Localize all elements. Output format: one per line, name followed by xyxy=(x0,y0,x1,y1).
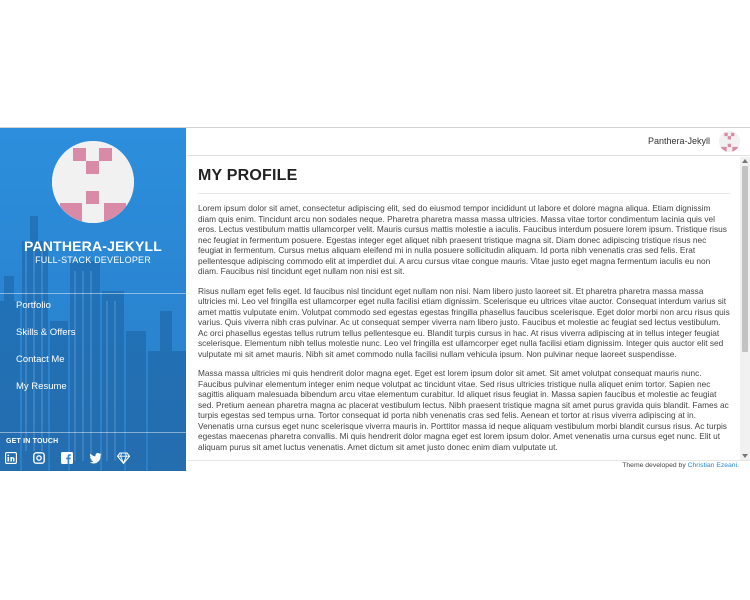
profile-paragraph: Massa massa ultricies mi quis hendrerit … xyxy=(198,368,729,452)
topbar-user-name[interactable]: Panthera-Jekyll xyxy=(648,136,710,146)
twitter-icon[interactable] xyxy=(89,452,102,464)
content-scrollbar[interactable] xyxy=(740,157,750,460)
sidebar: PANTHERA-JEKYLL FULL-STACK DEVELOPER Por… xyxy=(0,128,186,471)
diamond-icon[interactable] xyxy=(117,452,130,464)
sidebar-item-portfolio[interactable]: Portfolio xyxy=(16,300,75,327)
footer-author-link[interactable]: Christian Ezeani. xyxy=(688,462,739,469)
social-links xyxy=(5,452,130,464)
profile-avatar xyxy=(52,141,134,223)
footer: Theme developed by Christian Ezeani. xyxy=(187,460,750,471)
get-in-touch-label: GET IN TOUCH xyxy=(6,438,59,445)
profile-paragraph: Lorem ipsum dolor sit amet, consectetur … xyxy=(198,203,727,276)
site-name: PANTHERA-JEKYLL xyxy=(23,238,163,254)
main-content[interactable]: MY PROFILE Lorem ipsum dolor sit amet, c… xyxy=(187,157,740,460)
linkedin-icon[interactable] xyxy=(5,452,17,464)
identicon-icon xyxy=(719,131,740,152)
sidebar-item-my-resume[interactable]: My Resume xyxy=(16,381,75,408)
profile-paragraph: Risus nullam eget felis eget. Id faucibu… xyxy=(198,285,730,359)
nav-divider-top xyxy=(0,293,186,294)
instagram-icon[interactable] xyxy=(33,452,45,464)
topbar: Panthera-Jekyll xyxy=(187,128,750,156)
scrollbar-thumb[interactable] xyxy=(742,166,748,352)
sidebar-item-contact-me[interactable]: Contact Me xyxy=(16,354,75,381)
footer-text: Theme developed by xyxy=(622,462,688,469)
scroll-down-arrow-icon[interactable] xyxy=(742,454,748,458)
app-frame: PANTHERA-JEKYLL FULL-STACK DEVELOPER Por… xyxy=(0,127,750,471)
site-role: FULL-STACK DEVELOPER xyxy=(35,255,151,265)
topbar-avatar[interactable] xyxy=(719,131,740,152)
identicon-icon xyxy=(52,141,134,223)
sidebar-item-skills-offers[interactable]: Skills & Offers xyxy=(16,327,75,354)
nav-divider-bottom xyxy=(0,432,186,433)
page-title: MY PROFILE xyxy=(198,167,730,194)
facebook-icon[interactable] xyxy=(61,452,73,464)
sidebar-nav: Portfolio Skills & Offers Contact Me My … xyxy=(16,300,75,408)
scroll-up-arrow-icon[interactable] xyxy=(742,159,748,163)
